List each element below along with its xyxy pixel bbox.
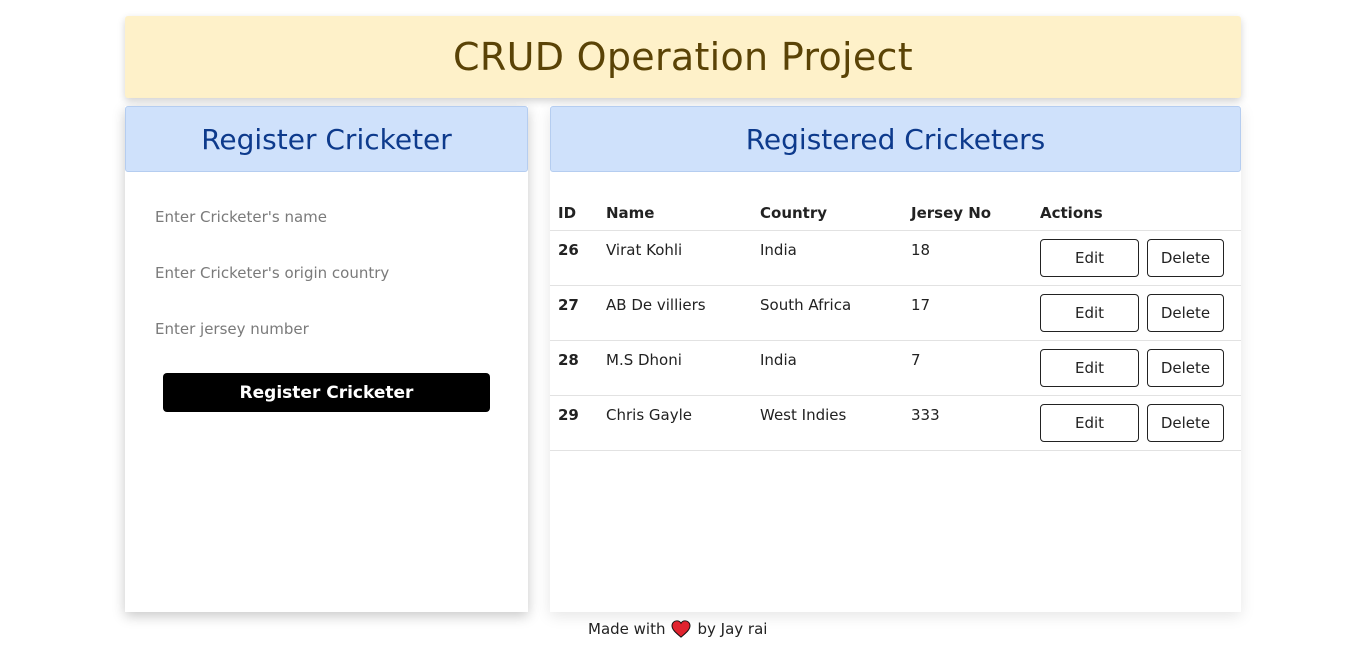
- jersey-number-input[interactable]: [155, 314, 495, 344]
- cell-jersey: 17: [911, 296, 931, 314]
- cell-country: South Africa: [760, 296, 852, 314]
- edit-button[interactable]: Edit: [1040, 294, 1139, 332]
- cell-id: 29: [558, 406, 579, 424]
- table-row: 27 AB De villiers South Africa 17 Edit D…: [550, 285, 1241, 341]
- column-header-jersey: Jersey No: [911, 196, 1040, 231]
- table-row: 28 M.S Dhoni India 7 Edit Delete: [550, 340, 1241, 396]
- cricketers-table: ID Name Country Jersey No Actions 26 Vir…: [550, 196, 1241, 451]
- cell-name: M.S Dhoni: [606, 351, 682, 369]
- cricketer-name-input[interactable]: [155, 202, 495, 232]
- row-actions: Edit Delete: [1040, 404, 1241, 442]
- cell-jersey: 333: [911, 406, 940, 424]
- footer-prefix: Made with: [588, 620, 666, 638]
- table-row: 29 Chris Gayle West Indies 333 Edit Dele…: [550, 395, 1241, 451]
- cell-id: 27: [558, 296, 579, 314]
- registered-panel: Registered Cricketers ID Name Country Je…: [550, 106, 1241, 612]
- row-actions: Edit Delete: [1040, 349, 1241, 387]
- delete-button[interactable]: Delete: [1147, 349, 1224, 387]
- cricketer-country-input[interactable]: [155, 258, 495, 288]
- footer-suffix: by Jay rai: [697, 620, 768, 638]
- register-panel-title: Register Cricketer: [201, 122, 452, 156]
- registered-panel-title: Registered Cricketers: [745, 122, 1046, 156]
- edit-button[interactable]: Edit: [1040, 404, 1139, 442]
- row-actions: Edit Delete: [1040, 239, 1241, 277]
- cell-name: AB De villiers: [606, 296, 706, 314]
- cell-id: 26: [558, 241, 579, 259]
- cell-jersey: 18: [911, 241, 931, 259]
- column-header-id: ID: [550, 196, 606, 231]
- registered-panel-header: Registered Cricketers: [550, 106, 1241, 172]
- register-cricketer-button[interactable]: Register Cricketer: [163, 373, 490, 412]
- cell-country: West Indies: [760, 406, 847, 424]
- cell-name: Chris Gayle: [606, 406, 692, 424]
- cell-jersey: 7: [911, 351, 921, 369]
- heart-icon: [671, 620, 691, 638]
- delete-button[interactable]: Delete: [1147, 294, 1224, 332]
- cell-id: 28: [558, 351, 579, 369]
- register-panel-header: Register Cricketer: [125, 106, 528, 172]
- column-header-name: Name: [606, 196, 760, 231]
- page-footer: Made with by Jay rai: [588, 618, 767, 640]
- cell-country: India: [760, 241, 797, 259]
- cell-country: India: [760, 351, 797, 369]
- edit-button[interactable]: Edit: [1040, 349, 1139, 387]
- edit-button[interactable]: Edit: [1040, 239, 1139, 277]
- table-row: 26 Virat Kohli India 18 Edit Delete: [550, 230, 1241, 286]
- column-header-actions: Actions: [1040, 196, 1241, 231]
- delete-button[interactable]: Delete: [1147, 404, 1224, 442]
- row-actions: Edit Delete: [1040, 294, 1241, 332]
- column-header-country: Country: [760, 196, 911, 231]
- cell-name: Virat Kohli: [606, 241, 683, 259]
- register-panel: Register Cricketer Register Cricketer: [125, 106, 528, 612]
- page-header: CRUD Operation Project: [125, 16, 1241, 98]
- table-header-row: ID Name Country Jersey No Actions: [550, 196, 1241, 231]
- page-title: CRUD Operation Project: [453, 35, 913, 79]
- delete-button[interactable]: Delete: [1147, 239, 1224, 277]
